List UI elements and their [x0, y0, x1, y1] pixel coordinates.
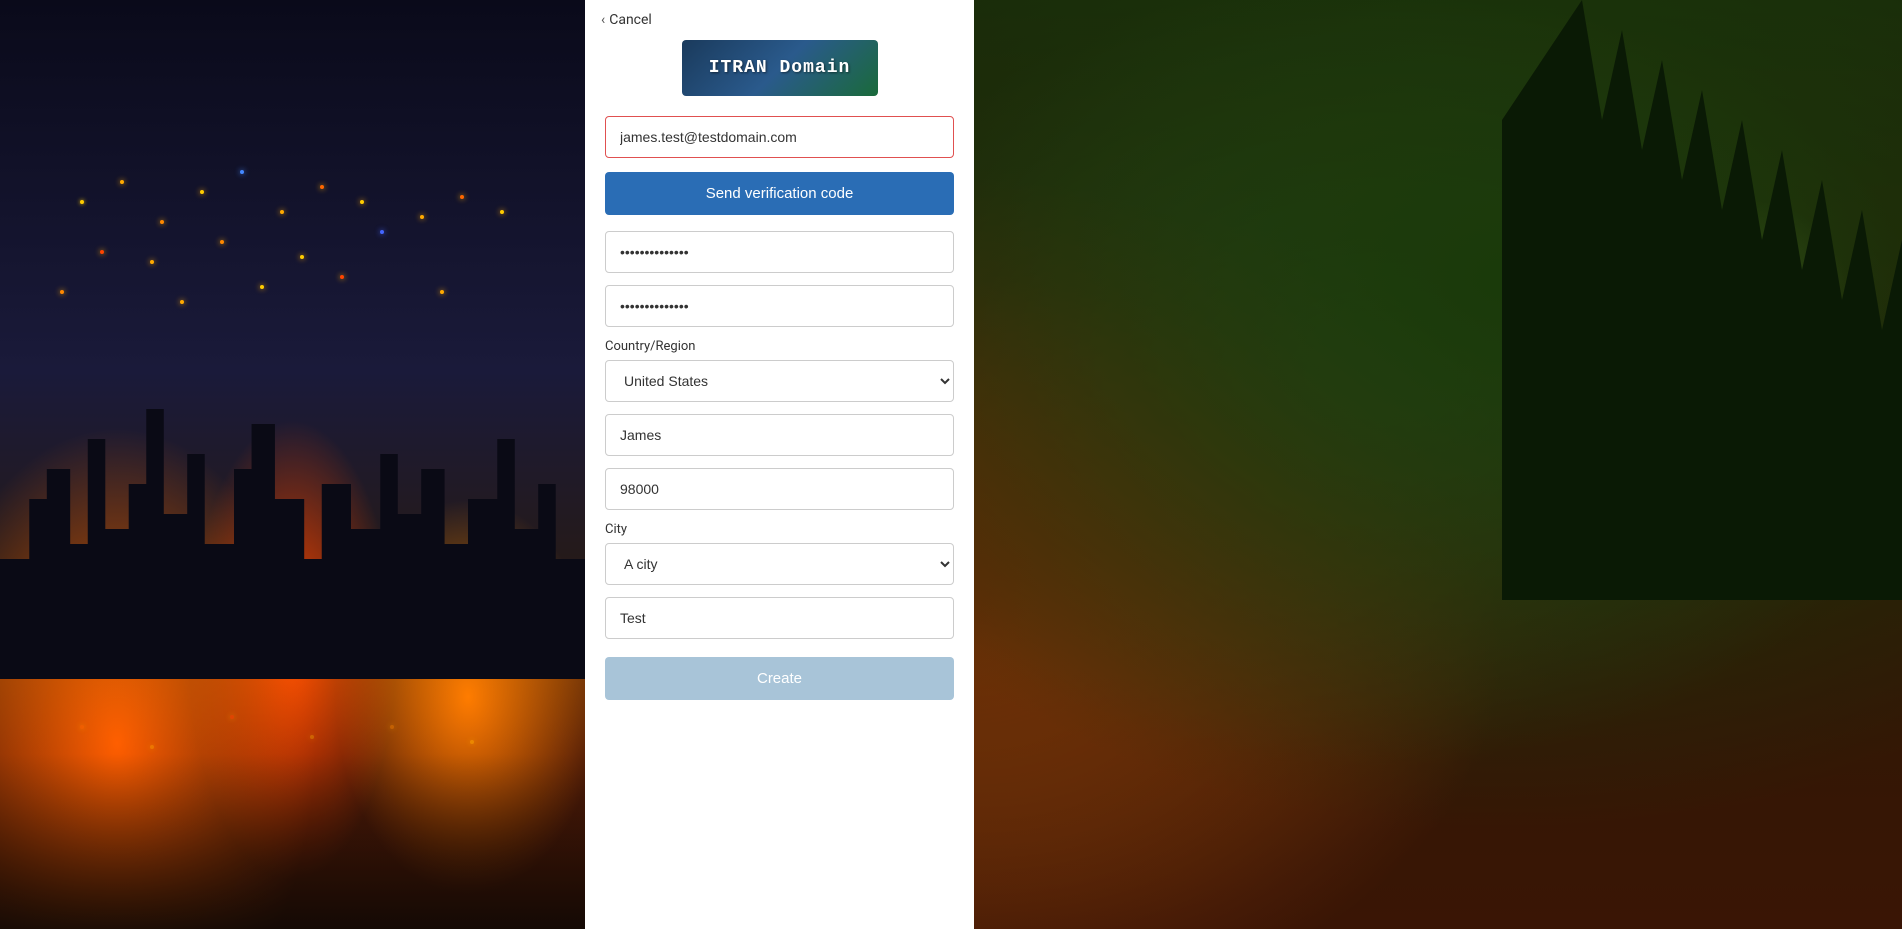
- password-field[interactable]: [605, 231, 954, 273]
- logo: ITRAN Domain: [682, 40, 878, 96]
- cancel-button[interactable]: ‹ Cancel: [585, 0, 974, 40]
- registration-panel: ‹ Cancel ITRAN Domain Send verification …: [585, 0, 974, 929]
- last-name-field[interactable]: [605, 597, 954, 639]
- send-verification-button[interactable]: Send verification code: [605, 172, 954, 215]
- chevron-left-icon: ‹: [601, 12, 605, 28]
- zip-field[interactable]: [605, 468, 954, 510]
- city-reflection: [0, 679, 585, 929]
- create-button[interactable]: Create: [605, 657, 954, 700]
- background-left: [0, 0, 585, 929]
- country-label: Country/Region: [605, 339, 954, 354]
- city-label: City: [605, 522, 954, 537]
- first-name-field[interactable]: [605, 414, 954, 456]
- email-field[interactable]: [605, 116, 954, 158]
- registration-form: Send verification code Country/Region Un…: [585, 116, 974, 700]
- cancel-label: Cancel: [609, 12, 652, 28]
- country-select[interactable]: United States Canada United Kingdom Aust…: [605, 360, 954, 402]
- city-select[interactable]: A city Seattle New York Los Angeles Chic…: [605, 543, 954, 585]
- confirm-password-field[interactable]: [605, 285, 954, 327]
- logo-text: ITRAN Domain: [709, 58, 851, 78]
